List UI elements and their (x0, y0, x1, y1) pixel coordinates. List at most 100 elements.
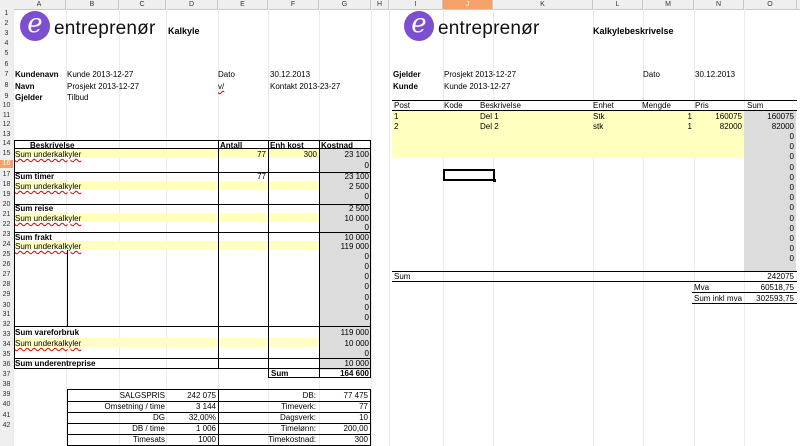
row-header-23[interactable]: 23 (0, 231, 13, 239)
kostnad-26: 0 (364, 272, 369, 281)
enh-kost-14[interactable]: 300 (270, 150, 317, 159)
row-header-26[interactable]: 26 (0, 261, 13, 269)
line-enhet-2[interactable]: stk (593, 122, 603, 131)
page-title: Kalkyle (168, 26, 200, 36)
row-header-9[interactable]: 9 (0, 93, 13, 101)
sum-row-13: 0 (789, 142, 794, 151)
sum-row-21: 0 (789, 224, 794, 233)
sum-label-2: Sum (394, 272, 411, 281)
kostnad-32: 10 000 (344, 339, 369, 348)
column-header-H[interactable]: H (371, 0, 389, 9)
sum-underkalkyler-3[interactable]: Sum underkalkyler (15, 214, 81, 223)
row-header-12[interactable]: 12 (0, 121, 13, 129)
column-header-A[interactable]: A (13, 0, 66, 9)
logo-icon: e (20, 11, 50, 41)
row-header-25[interactable]: 25 (0, 251, 13, 259)
gjelder-value[interactable]: Tilbud (67, 93, 89, 102)
gjelder-value-2[interactable]: Prosjekt 2013-12-27 (444, 70, 516, 79)
row-header-30[interactable]: 30 (0, 302, 13, 310)
row-header-28[interactable]: 28 (0, 281, 13, 289)
sum-underkalkyler-1[interactable]: Sum underkalkyler (15, 150, 81, 159)
column-header-J[interactable]: J (443, 0, 493, 9)
row-header-38[interactable]: 38 (0, 381, 13, 389)
sum-underkalkyler-5[interactable]: Sum underkalkyler (15, 339, 81, 348)
line-mengde-2[interactable]: 1 (643, 122, 692, 131)
row-header-14[interactable]: 14 (0, 140, 13, 148)
row-header-41[interactable]: 41 (0, 412, 13, 420)
row-header-27[interactable]: 27 (0, 271, 13, 279)
row-header-16[interactable]: 16 (0, 160, 13, 168)
navn-value[interactable]: Prosjekt 2013-12-27 (67, 82, 139, 91)
summary-value-2: 32,00% (188, 413, 216, 422)
row-header-1[interactable]: 1 (0, 10, 13, 18)
line-enhet-1[interactable]: Stk (593, 112, 605, 121)
column-header-M[interactable]: M (643, 0, 694, 9)
row-header-3[interactable]: 3 (0, 30, 13, 38)
row-header-8[interactable]: 8 (0, 82, 13, 90)
kostnad-17: 2 500 (348, 182, 369, 191)
column-header-F[interactable]: F (268, 0, 319, 9)
line-sum-2[interactable]: 82000 (744, 122, 794, 131)
summary-value2-2: 10 (359, 413, 368, 422)
line-post-1[interactable]: 1 (394, 112, 398, 121)
row-header-36[interactable]: 36 (0, 361, 13, 369)
line-beskrivelse-2[interactable]: Del 2 (480, 122, 499, 131)
sum-underkalkyler-4[interactable]: Sum underkalkyler (15, 242, 81, 251)
row-header-32[interactable]: 32 (0, 321, 13, 329)
row-header-10[interactable]: 10 (0, 102, 13, 110)
line-sum-1[interactable]: 160075 (744, 112, 794, 121)
line-mengde-1[interactable]: 1 (643, 112, 692, 121)
row-header-18[interactable]: 18 (0, 181, 13, 189)
row-header-37[interactable]: 37 (0, 371, 13, 379)
dato-value-2[interactable]: 30.12.2013 (695, 70, 735, 79)
row-header-11[interactable]: 11 (0, 112, 13, 120)
line-post-2[interactable]: 2 (394, 122, 398, 131)
column-header-B[interactable]: B (66, 0, 119, 9)
row-header-20[interactable]: 20 (0, 201, 13, 209)
row-header-17[interactable]: 17 (0, 171, 13, 179)
cell-cursor[interactable] (443, 169, 495, 181)
column-header-C[interactable]: C (119, 0, 166, 9)
dato-value[interactable]: 30.12.2013 (270, 70, 310, 79)
row-header-39[interactable]: 39 (0, 391, 13, 399)
kontakt-value[interactable]: Kontakt 2013-23-27 (270, 82, 340, 91)
row-header-4[interactable]: 4 (0, 40, 13, 48)
row-header-15[interactable]: 15 (0, 150, 13, 158)
column-header-I[interactable]: I (389, 0, 443, 9)
row-header-bar: 1 2 3 4 5 6 7 8 9 10 11 12 13 14 15 16 17 18 19 20 21 22 23 24 2… (0, 9, 14, 446)
sum-vareforbruk-kostnad: 119 000 (340, 328, 369, 337)
column-header-K[interactable]: K (493, 0, 593, 9)
column-header-G[interactable]: G (319, 0, 371, 9)
gjelder-label-2: Gjelder (393, 70, 421, 79)
col-kode: Kode (444, 101, 463, 110)
sum-underentreprise-kostnad: 10 000 (344, 359, 369, 368)
row-header-19[interactable]: 19 (0, 191, 13, 199)
column-header-E[interactable]: E (218, 0, 268, 9)
row-header-2[interactable]: 2 (0, 20, 13, 28)
row-header-13[interactable]: 13 (0, 131, 13, 139)
row-header-35[interactable]: 35 (0, 351, 13, 359)
row-header-40[interactable]: 40 (0, 401, 13, 409)
row-header-34[interactable]: 34 (0, 341, 13, 349)
row-header-24[interactable]: 24 (0, 241, 13, 249)
line-beskrivelse-1[interactable]: Del 1 (480, 112, 499, 121)
row-header-31[interactable]: 31 (0, 311, 13, 319)
row-header-21[interactable]: 21 (0, 211, 13, 219)
row-header-33[interactable]: 33 (0, 331, 13, 339)
row-header-6[interactable]: 6 (0, 61, 13, 69)
row-header-29[interactable]: 29 (0, 291, 13, 299)
row-header-22[interactable]: 22 (0, 221, 13, 229)
column-header-L[interactable]: L (593, 0, 643, 9)
line-pris-2[interactable]: 82000 (694, 122, 742, 131)
row-header-7[interactable]: 7 (0, 71, 13, 79)
antall-14[interactable]: 77 (220, 150, 266, 159)
row-header-5[interactable]: 5 (0, 50, 13, 58)
line-pris-1[interactable]: 160075 (694, 112, 742, 121)
kunde-value[interactable]: Kunde 2013-12-27 (444, 82, 510, 91)
column-header-D[interactable]: D (166, 0, 218, 9)
row-header-42[interactable]: 42 (0, 422, 13, 430)
kundenavn-value[interactable]: Kunde 2013-12-27 (67, 70, 133, 79)
column-header-N[interactable]: N (694, 0, 744, 9)
sum-underkalkyler-2[interactable]: Sum underkalkyler (15, 182, 81, 191)
column-header-O[interactable]: O (744, 0, 797, 9)
